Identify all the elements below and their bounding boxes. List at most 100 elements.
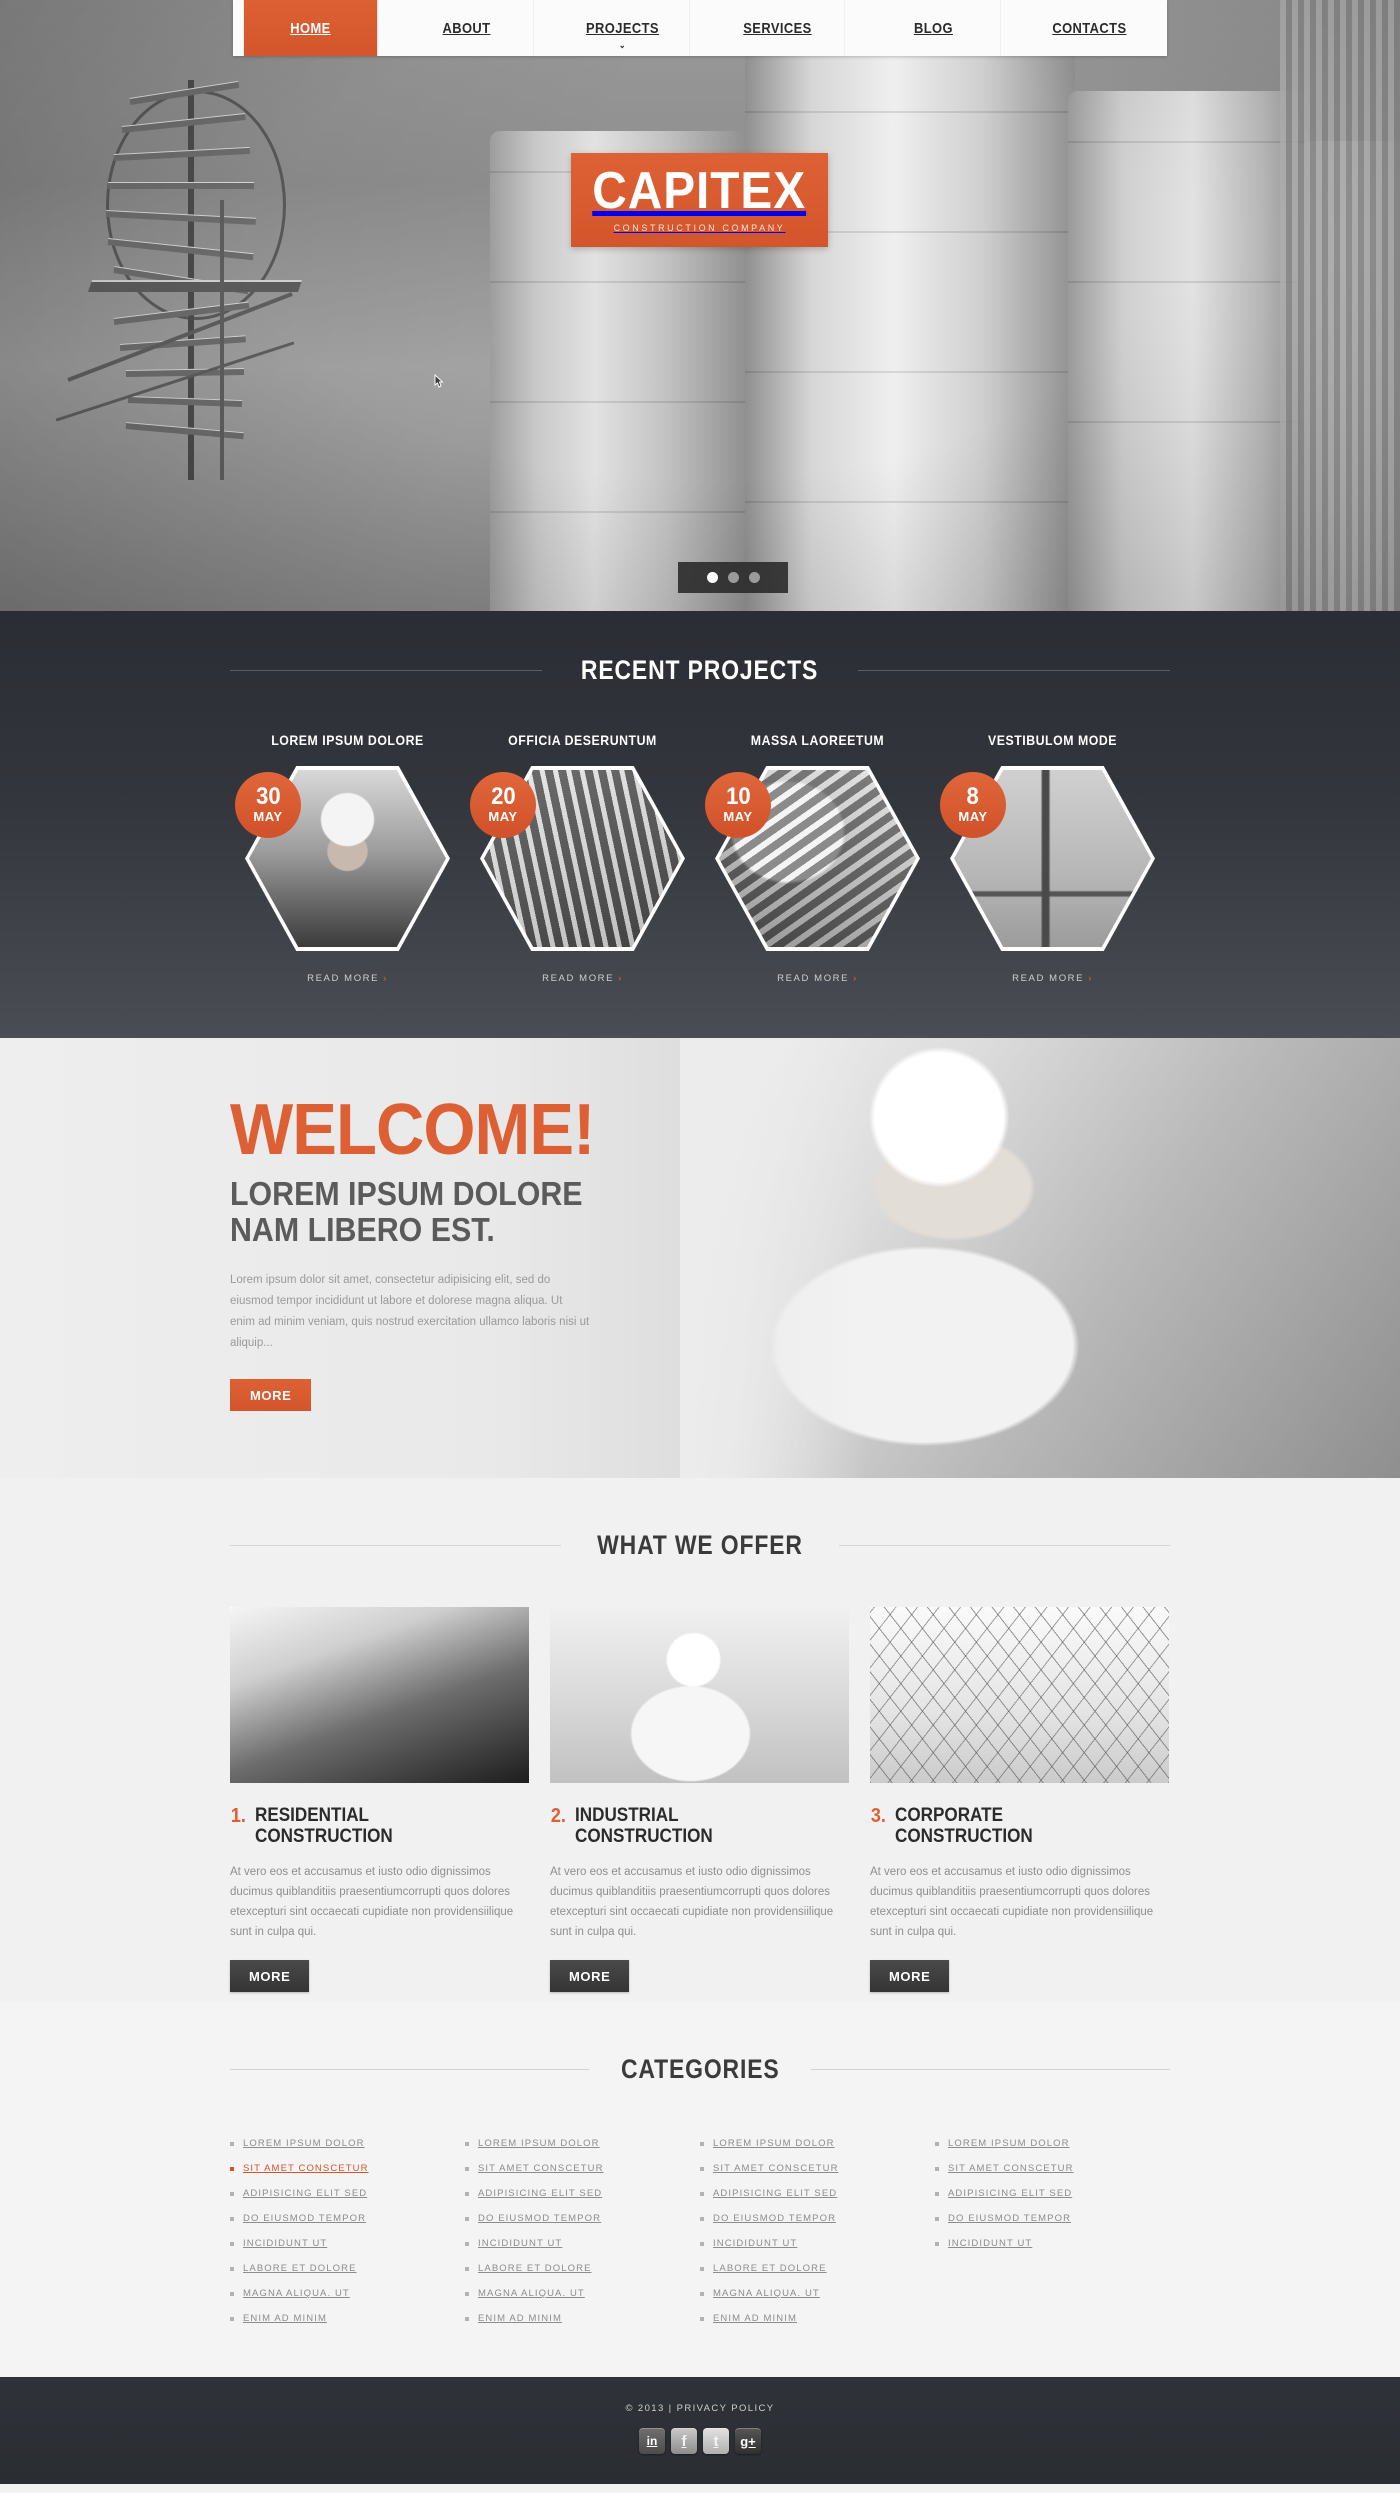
chevron-right-icon: › [1088, 973, 1093, 984]
category-item[interactable]: ENIM AD MINIM [230, 2306, 465, 2331]
offer-title-row: WHAT WE OFFER [230, 1530, 1170, 1561]
category-item[interactable]: DO EIUSMOD TEMPOR [230, 2206, 465, 2231]
project-read-more-link[interactable]: READ MORE › [777, 973, 858, 984]
category-item[interactable]: DO EIUSMOD TEMPOR [465, 2206, 700, 2231]
welcome-subheading: LOREM IPSUM DOLORE NAM LIBERO EST. [230, 1175, 583, 1249]
main-navigation[interactable]: HOME ABOUT PROJECTS ⌄ SERVICES BLOG CONTACTS [233, 0, 1167, 56]
slider-dot-1[interactable] [706, 572, 718, 583]
category-item[interactable]: INCIDIDUNT UT [230, 2231, 465, 2256]
category-item[interactable]: INCIDIDUNT UT [700, 2231, 935, 2256]
slider-dot-2[interactable] [727, 572, 739, 583]
divider-line-right [811, 2069, 1171, 2071]
category-item[interactable]: ADIPISICING ELIT SED [935, 2181, 1170, 2206]
copyright-text[interactable]: © 2013 | PRIVACY POLICY [0, 2403, 1400, 2414]
categories-column-1: LOREM IPSUM DOLOR SIT AMET CONSCETUR ADIPI… [230, 2131, 465, 2331]
nav-item-blog[interactable]: BLOG [867, 0, 1002, 56]
category-item[interactable]: ENIM AD MINIM [465, 2306, 700, 2331]
category-item[interactable]: INCIDIDUNT UT [465, 2231, 700, 2256]
offer-text: At vero eos et accusamus et iusto odio d… [230, 1865, 514, 1938]
facebook-icon[interactable]: f [671, 2428, 697, 2455]
category-label: INCIDIDUNT UT [243, 2238, 328, 2250]
category-item[interactable]: LABORE ET DOLORE [700, 2256, 935, 2281]
project-date-month: MAY [488, 808, 518, 824]
bullet-icon [700, 2216, 704, 2221]
chevron-right-icon: › [853, 973, 858, 984]
project-date-badge[interactable]: 20 MAY [470, 772, 536, 838]
offer-image [870, 1607, 1169, 1783]
category-item[interactable]: LOREM IPSUM DOLOR [700, 2131, 935, 2156]
category-item[interactable]: SIT AMET CONSCETUR [230, 2156, 465, 2181]
nav-item-services[interactable]: SERVICES [711, 0, 846, 56]
nav-item-label: SERVICES [743, 19, 813, 37]
project-hexagon[interactable]: 30 MAY [235, 766, 450, 951]
project-hexagon[interactable]: 8 MAY [940, 766, 1155, 951]
category-item[interactable]: SIT AMET CONSCETUR [935, 2156, 1170, 2181]
chevron-down-icon: ⌄ [618, 40, 626, 50]
offer-card: 2. INDUSTRIAL CONSTRUCTION At vero eos et … [550, 1607, 849, 1993]
project-date-badge[interactable]: 8 MAY [940, 772, 1006, 838]
project-read-more-link[interactable]: READ MORE › [542, 973, 623, 984]
project-date-month: MAY [253, 808, 283, 824]
project-hexagon[interactable]: 10 MAY [705, 766, 920, 951]
project-date-badge[interactable]: 10 MAY [705, 772, 771, 838]
projects-grid: LOREM IPSUM DOLORE 30 MAY READ MORE › OFFICIA… [230, 732, 1170, 986]
nav-item-label: ABOUT [442, 19, 491, 37]
category-item[interactable]: LOREM IPSUM DOLOR [935, 2131, 1170, 2156]
category-item[interactable]: LABORE ET DOLORE [465, 2256, 700, 2281]
category-label: MAGNA ALIQUA. UT [478, 2288, 585, 2300]
category-item[interactable]: LOREM IPSUM DOLOR [465, 2131, 700, 2156]
category-label: ADIPISICING ELIT SED [713, 2188, 838, 2200]
project-title: MASSA LAOREETUM [750, 732, 885, 748]
category-label: LABORE ET DOLORE [478, 2263, 592, 2275]
linkedin-icon[interactable]: in [639, 2428, 665, 2455]
googleplus-icon[interactable]: g+ [735, 2428, 761, 2455]
recent-projects-section: RECENT PROJECTS LOREM IPSUM DOLORE 30 MAY R… [0, 611, 1400, 1038]
nav-item-contacts[interactable]: CONTACTS [1023, 0, 1156, 56]
slider-pagination[interactable] [678, 562, 788, 593]
offer-number: 3. [870, 1805, 886, 1827]
page-root: HOME ABOUT PROJECTS ⌄ SERVICES BLOG CONTACTS C… [0, 0, 1400, 2485]
category-item[interactable]: SIT AMET CONSCETUR [700, 2156, 935, 2181]
nav-item-projects[interactable]: PROJECTS ⌄ [556, 0, 690, 56]
category-item[interactable]: MAGNA ALIQUA. UT [230, 2281, 465, 2306]
read-more-label: READ MORE [542, 973, 615, 984]
category-label: INCIDIDUNT UT [713, 2238, 798, 2250]
category-item[interactable]: ADIPISICING ELIT SED [700, 2181, 935, 2206]
category-item[interactable]: LABORE ET DOLORE [230, 2256, 465, 2281]
category-item[interactable]: INCIDIDUNT UT [935, 2231, 1170, 2256]
welcome-heading: WELCOME! [230, 1090, 595, 1170]
category-item[interactable]: ENIM AD MINIM [700, 2306, 935, 2331]
nav-item-label: HOME [290, 19, 331, 37]
category-label: ADIPISICING ELIT SED [243, 2188, 368, 2200]
slider-dot-3[interactable] [748, 572, 760, 583]
category-item[interactable]: ADIPISICING ELIT SED [230, 2181, 465, 2206]
project-read-more-link[interactable]: READ MORE › [1012, 973, 1093, 984]
category-item[interactable]: ADIPISICING ELIT SED [465, 2181, 700, 2206]
welcome-more-button[interactable]: MORE [230, 1378, 312, 1411]
category-item[interactable]: MAGNA ALIQUA. UT [465, 2281, 700, 2306]
nav-item-about[interactable]: ABOUT [400, 0, 534, 56]
project-card: VESTIBULOM MODE 8 MAY READ MORE › [935, 732, 1170, 986]
site-logo[interactable]: CAPITEX CONSTRUCTION COMPANY [571, 153, 828, 247]
category-label: ADIPISICING ELIT SED [948, 2188, 1073, 2200]
mouse-cursor-icon [434, 373, 444, 388]
offer-more-button[interactable]: MORE [550, 1960, 630, 1993]
category-item[interactable]: DO EIUSMOD TEMPOR [935, 2206, 1170, 2231]
nav-item-label: CONTACTS [1052, 19, 1127, 37]
project-date-badge[interactable]: 30 MAY [235, 772, 301, 838]
category-item[interactable]: LOREM IPSUM DOLOR [230, 2131, 465, 2156]
nav-item-home[interactable]: HOME [243, 0, 378, 56]
category-item[interactable]: DO EIUSMOD TEMPOR [700, 2206, 935, 2231]
project-hexagon[interactable]: 20 MAY [470, 766, 685, 951]
project-read-more-link[interactable]: READ MORE › [307, 973, 388, 984]
offer-text: At vero eos et accusamus et iusto odio d… [550, 1865, 834, 1938]
project-card: OFFICIA DESERUNTUM 20 MAY READ MORE › [465, 732, 700, 986]
offer-more-button[interactable]: MORE [230, 1960, 310, 1993]
read-more-label: READ MORE [1012, 973, 1085, 984]
offer-number: 1. [230, 1805, 246, 1827]
category-item[interactable]: MAGNA ALIQUA. UT [700, 2281, 935, 2306]
twitter-icon[interactable]: t [703, 2428, 729, 2455]
bullet-icon [465, 2266, 469, 2271]
offer-more-button[interactable]: MORE [870, 1960, 950, 1993]
category-item[interactable]: SIT AMET CONSCETUR [465, 2156, 700, 2181]
